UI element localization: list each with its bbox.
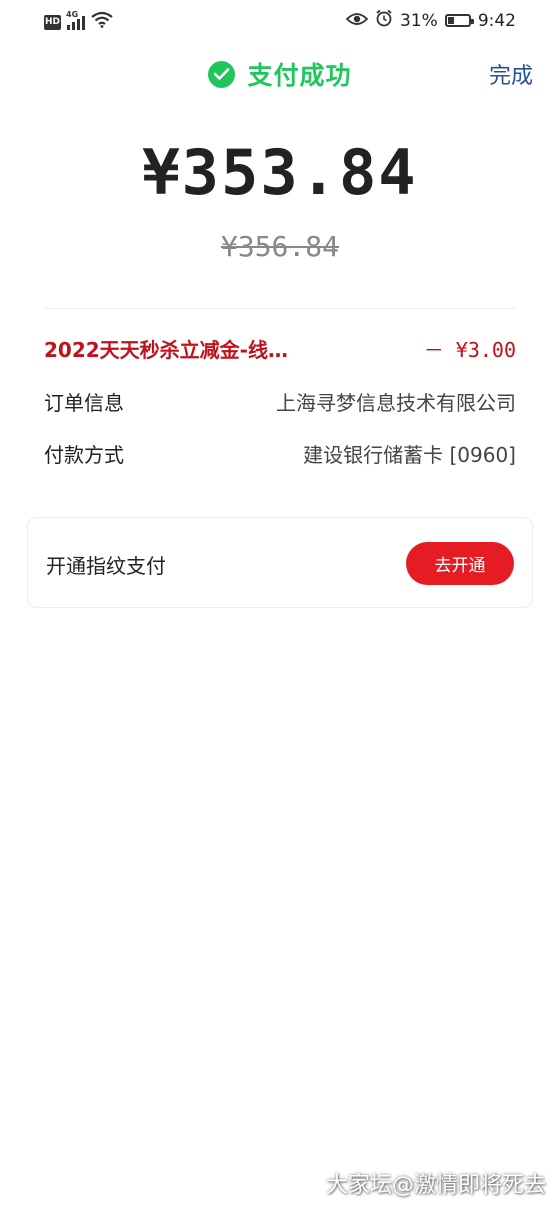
payment-result-screen: HD 4G 31% 9:42 支付成功 完成 ¥353.84 ¥356.84 2… [0,0,560,1213]
status-left: HD 4G [44,10,113,33]
wifi-icon [91,11,113,33]
payment-method-value: 建设银行储蓄卡 [0960] [303,442,516,467]
enable-fingerprint-button[interactable]: 去开通 [406,542,514,585]
paid-amount: ¥353.84 [142,136,418,209]
payment-method-label: 付款方式 [44,442,124,467]
page-title: 支付成功 [247,61,352,90]
clock-time: 9:42 [477,10,516,31]
order-info-label: 订单信息 [44,390,124,415]
check-circle-icon [208,60,236,88]
done-button[interactable]: 完成 [489,58,533,90]
discount-label: 2022天天秒杀立减金-线… [44,337,288,362]
battery-percent: 31% [400,10,438,31]
payment-method-row: 付款方式 建设银行储蓄卡 [0960] [44,438,516,468]
header: 支付成功 完成 [0,52,560,96]
signal-icon: 4G [66,10,85,30]
status-bar: HD 4G 31% 9:42 [0,0,560,42]
status-right: 31% 9:42 [345,9,516,32]
alarm-icon [375,9,393,32]
fingerprint-label: 开通指纹支付 [46,554,166,578]
watermark: 大家坛@激情即将死去 [325,1173,546,1198]
divider [44,308,516,309]
hd-badge: HD [44,14,61,30]
discount-row: 2022天天秒杀立减金-线… － ¥3.00 [44,333,516,363]
battery-fill [447,17,454,24]
fingerprint-card: 开通指纹支付 去开通 [27,517,533,608]
original-amount: ¥356.84 [220,230,339,263]
eye-icon [345,11,369,31]
network-type: 4G [66,10,79,19]
success-heading: 支付成功 [0,56,560,92]
discount-value: － ¥3.00 [423,337,516,362]
order-info-row: 订单信息 上海寻梦信息技术有限公司 [44,386,516,416]
order-info-value: 上海寻梦信息技术有限公司 [276,390,516,415]
battery-icon [444,14,474,27]
